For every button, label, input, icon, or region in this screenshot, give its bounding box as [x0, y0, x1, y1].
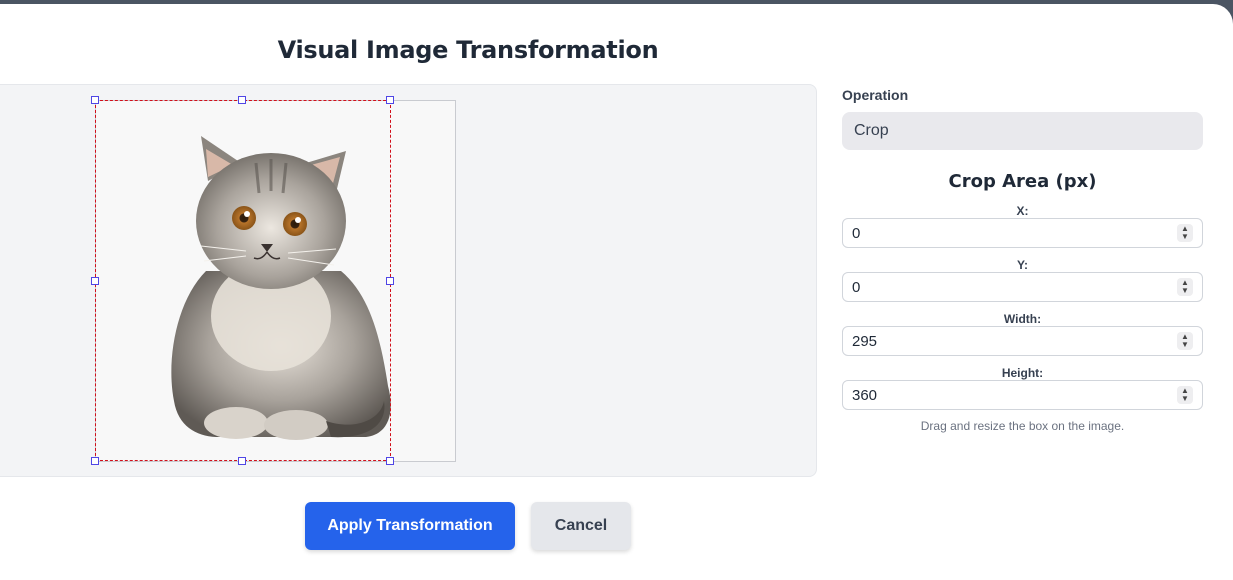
- crop-handle-top-left[interactable]: [91, 96, 99, 104]
- crop-handle-right[interactable]: [386, 277, 394, 285]
- width-stepper-icon[interactable]: ▲ ▼: [1177, 332, 1193, 350]
- width-input[interactable]: 295 ▲ ▼: [842, 326, 1203, 356]
- x-label: X:: [1016, 204, 1029, 218]
- x-value: 0: [852, 225, 861, 242]
- crop-area-title: Crop Area (px): [948, 171, 1097, 192]
- crop-handle-bottom-left[interactable]: [91, 457, 99, 465]
- y-label: Y:: [1016, 258, 1029, 272]
- x-stepper-icon[interactable]: ▲ ▼: [1177, 224, 1193, 242]
- crop-selection-box[interactable]: [95, 100, 391, 461]
- operation-label: Operation: [842, 87, 909, 103]
- width-label: Width:: [1003, 312, 1042, 326]
- dialog-title: Visual Image Transformation: [277, 36, 659, 64]
- crop-hint: Drag and resize the box on the image.: [920, 419, 1125, 433]
- height-label: Height:: [1001, 366, 1044, 380]
- crop-handle-bottom[interactable]: [238, 457, 246, 465]
- height-value: 360: [852, 387, 878, 404]
- y-input[interactable]: 0 ▲ ▼: [842, 272, 1203, 302]
- height-stepper-icon[interactable]: ▲ ▼: [1177, 386, 1193, 404]
- crop-handle-bottom-right[interactable]: [386, 457, 394, 465]
- window-top-bar: [0, 0, 1233, 4]
- height-input[interactable]: 360 ▲ ▼: [842, 380, 1203, 410]
- y-value: 0: [852, 279, 861, 296]
- crop-handle-left[interactable]: [91, 277, 99, 285]
- apply-transformation-button[interactable]: Apply Transformation: [305, 502, 515, 550]
- y-stepper-icon[interactable]: ▲ ▼: [1177, 278, 1193, 296]
- x-input[interactable]: 0 ▲ ▼: [842, 218, 1203, 248]
- width-value: 295: [852, 333, 878, 350]
- crop-handle-top[interactable]: [238, 96, 246, 104]
- crop-handle-top-right[interactable]: [386, 96, 394, 104]
- operation-select[interactable]: Crop: [842, 112, 1203, 150]
- cancel-button[interactable]: Cancel: [531, 502, 631, 550]
